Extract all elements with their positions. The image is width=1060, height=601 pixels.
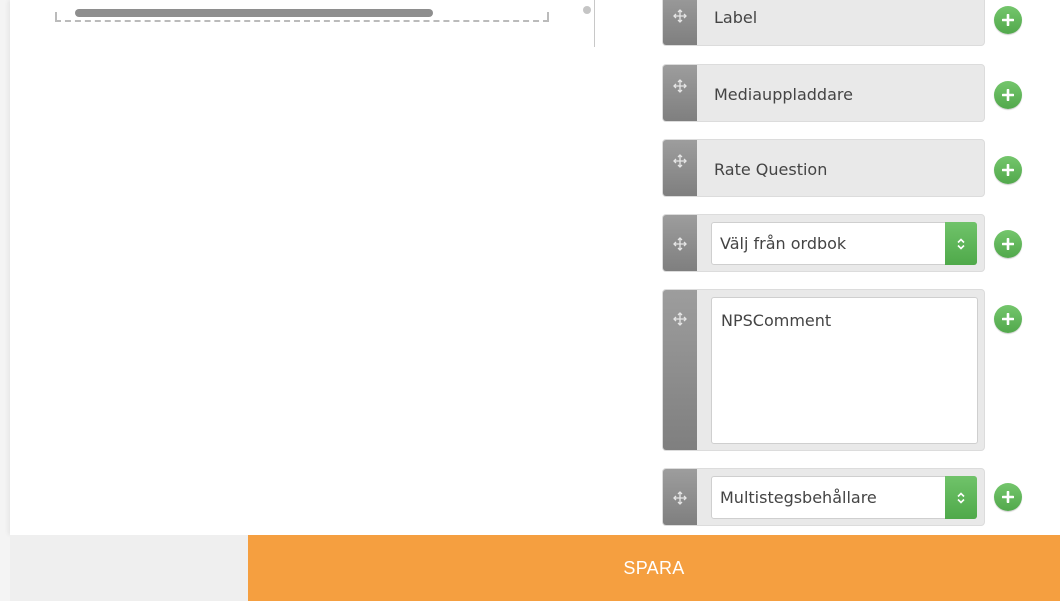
save-button-label: SPARA [623,557,685,578]
plus-icon [1002,491,1014,503]
save-button[interactable]: SPARA [248,535,1060,601]
multistep-select-value: Multistegsbehållare [720,488,877,507]
multistep-select[interactable]: Multistegsbehållare [711,476,977,519]
component-rate-question[interactable]: Rate Question [662,139,985,197]
plus-icon [1002,14,1014,26]
dictionary-select-value: Välj från ordbok [720,234,847,253]
move-icon[interactable] [663,290,697,450]
footer-left-panel [10,535,248,601]
scroll-indicator-dot[interactable] [583,6,591,14]
add-rate-question-button[interactable] [994,156,1022,184]
component-nps-comment[interactable]: NPSComment [662,289,985,451]
add-label-button[interactable] [994,6,1022,34]
plus-icon [1002,313,1014,325]
move-icon[interactable] [663,469,697,525]
add-nps-comment-button[interactable] [994,305,1022,333]
add-media-uploader-button[interactable] [994,81,1022,109]
move-icon[interactable] [663,65,697,121]
updown-chevron-icon[interactable] [945,222,977,265]
move-icon[interactable] [663,140,697,196]
component-media-uploader[interactable]: Mediauppladdare [662,64,985,122]
nps-comment-value: NPSComment [721,311,832,330]
form-preview-area [15,0,595,47]
component-multistep-container[interactable]: Multistegsbehållare [662,468,985,526]
component-label[interactable]: Label [662,0,985,46]
add-multistep-button[interactable] [994,483,1022,511]
nps-comment-textarea[interactable]: NPSComment [711,297,978,444]
component-media-uploader-text: Mediauppladdare [714,85,853,104]
component-rate-question-text: Rate Question [714,160,828,179]
plus-icon [1002,238,1014,250]
preview-field-bar [75,9,433,17]
plus-icon [1002,164,1014,176]
updown-chevron-icon[interactable] [945,476,977,519]
add-dictionary-select-button[interactable] [994,230,1022,258]
plus-icon [1002,89,1014,101]
dictionary-select[interactable]: Välj från ordbok [711,222,977,265]
component-dictionary-select[interactable]: Välj från ordbok [662,214,985,272]
component-label-text: Label [714,8,758,27]
move-icon[interactable] [663,0,697,45]
move-icon[interactable] [663,215,697,271]
